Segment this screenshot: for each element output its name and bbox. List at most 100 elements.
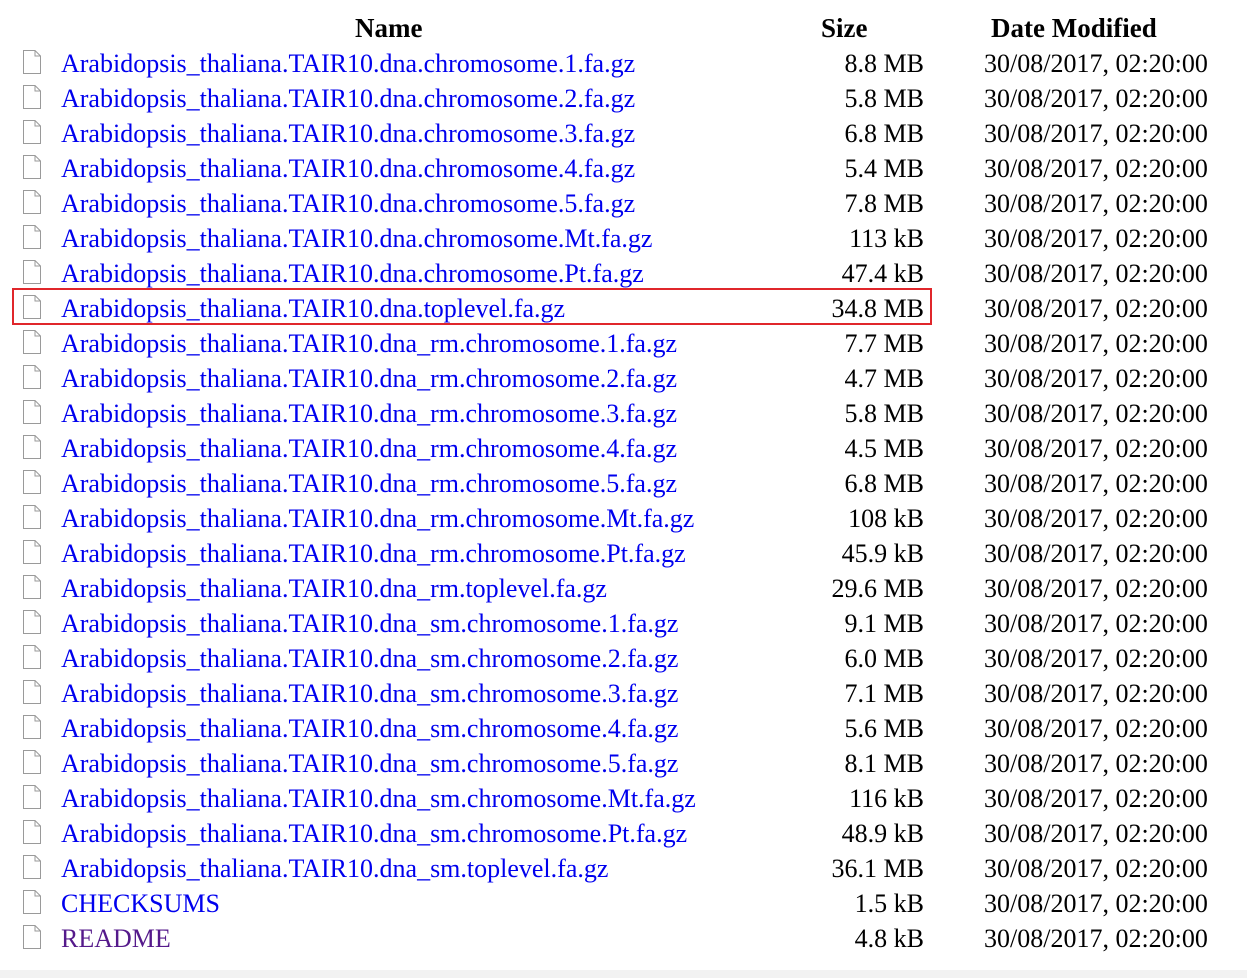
file-icon-graphic (23, 855, 41, 879)
file-icon (22, 225, 42, 249)
file-size: 5.6 MB (844, 714, 924, 743)
file-row: Arabidopsis_thaliana.TAIR10.dna.chromoso… (0, 221, 1247, 256)
file-date-modified: 30/08/2017, 02:20:00 (984, 539, 1208, 568)
file-link[interactable]: Arabidopsis_thaliana.TAIR10.dna_sm.chrom… (61, 606, 678, 641)
file-size: 8.1 MB (844, 749, 924, 778)
file-size: 5.8 MB (844, 84, 924, 113)
file-icon-graphic (23, 785, 41, 809)
column-header-size[interactable]: Size (821, 11, 868, 45)
file-icon (22, 330, 42, 354)
file-row: Arabidopsis_thaliana.TAIR10.dna_rm.chrom… (0, 466, 1247, 501)
file-date-modified: 30/08/2017, 02:20:00 (984, 189, 1208, 218)
file-size: 5.8 MB (844, 399, 924, 428)
file-link[interactable]: Arabidopsis_thaliana.TAIR10.dna.toplevel… (61, 291, 565, 326)
file-size: 116 kB (849, 784, 924, 813)
file-icon (22, 295, 42, 319)
file-link[interactable]: Arabidopsis_thaliana.TAIR10.dna_rm.tople… (61, 571, 607, 606)
file-icon (22, 470, 42, 494)
file-date-modified: 30/08/2017, 02:20:00 (984, 644, 1208, 673)
file-row: Arabidopsis_thaliana.TAIR10.dna_rm.chrom… (0, 396, 1247, 431)
file-link[interactable]: Arabidopsis_thaliana.TAIR10.dna.chromoso… (61, 221, 652, 256)
file-icon (22, 715, 42, 739)
file-link[interactable]: Arabidopsis_thaliana.TAIR10.dna_sm.chrom… (61, 676, 678, 711)
file-link[interactable]: Arabidopsis_thaliana.TAIR10.dna_sm.chrom… (61, 746, 678, 781)
file-icon-graphic (23, 295, 41, 319)
file-link[interactable]: Arabidopsis_thaliana.TAIR10.dna.chromoso… (61, 186, 635, 221)
file-link[interactable]: Arabidopsis_thaliana.TAIR10.dna_sm.chrom… (61, 711, 678, 746)
file-link[interactable]: Arabidopsis_thaliana.TAIR10.dna_rm.chrom… (61, 361, 677, 396)
scroll-edge (0, 970, 1247, 978)
file-icon (22, 575, 42, 599)
file-link[interactable]: Arabidopsis_thaliana.TAIR10.dna_rm.chrom… (61, 431, 677, 466)
file-icon-graphic (23, 155, 41, 179)
file-row: Arabidopsis_thaliana.TAIR10.dna_rm.chrom… (0, 501, 1247, 536)
file-link[interactable]: Arabidopsis_thaliana.TAIR10.dna_rm.chrom… (61, 396, 677, 431)
file-list: Arabidopsis_thaliana.TAIR10.dna.chromoso… (0, 46, 1247, 956)
file-icon (22, 435, 42, 459)
file-row: Arabidopsis_thaliana.TAIR10.dna.chromoso… (0, 151, 1247, 186)
file-link[interactable]: Arabidopsis_thaliana.TAIR10.dna_rm.chrom… (61, 501, 694, 536)
file-icon-graphic (23, 750, 41, 774)
directory-listing: Name Size Date Modified Arabidopsis_thal… (0, 0, 1247, 956)
file-row: Arabidopsis_thaliana.TAIR10.dna_sm.chrom… (0, 641, 1247, 676)
file-link[interactable]: Arabidopsis_thaliana.TAIR10.dna.chromoso… (61, 151, 635, 186)
file-date-modified: 30/08/2017, 02:20:00 (984, 119, 1208, 148)
file-link[interactable]: Arabidopsis_thaliana.TAIR10.dna_rm.chrom… (61, 326, 677, 361)
file-icon (22, 365, 42, 389)
file-row: Arabidopsis_thaliana.TAIR10.dna_sm.chrom… (0, 746, 1247, 781)
file-link[interactable]: Arabidopsis_thaliana.TAIR10.dna.chromoso… (61, 81, 635, 116)
file-date-modified: 30/08/2017, 02:20:00 (984, 259, 1208, 288)
file-date-modified: 30/08/2017, 02:20:00 (984, 924, 1208, 953)
file-size: 7.8 MB (844, 189, 924, 218)
file-icon-graphic (23, 365, 41, 389)
file-link[interactable]: Arabidopsis_thaliana.TAIR10.dna.chromoso… (61, 256, 644, 291)
file-row: README 4.8 kB 30/08/2017, 02:20:00 (0, 921, 1247, 956)
file-link[interactable]: README (61, 921, 171, 956)
file-link[interactable]: Arabidopsis_thaliana.TAIR10.dna_sm.chrom… (61, 816, 687, 851)
column-header-date-modified[interactable]: Date Modified (991, 11, 1157, 45)
file-icon-graphic (23, 610, 41, 634)
file-link[interactable]: Arabidopsis_thaliana.TAIR10.dna.chromoso… (61, 46, 635, 81)
file-size: 7.1 MB (844, 679, 924, 708)
file-icon (22, 260, 42, 284)
file-icon (22, 890, 42, 914)
file-size: 4.7 MB (844, 364, 924, 393)
file-link[interactable]: Arabidopsis_thaliana.TAIR10.dna.chromoso… (61, 116, 635, 151)
file-date-modified: 30/08/2017, 02:20:00 (984, 329, 1208, 358)
file-date-modified: 30/08/2017, 02:20:00 (984, 154, 1208, 183)
file-icon-graphic (23, 645, 41, 669)
file-icon (22, 925, 42, 949)
file-date-modified: 30/08/2017, 02:20:00 (984, 784, 1208, 813)
file-link[interactable]: Arabidopsis_thaliana.TAIR10.dna_sm.chrom… (61, 781, 696, 816)
file-icon-graphic (23, 190, 41, 214)
file-icon (22, 190, 42, 214)
file-row: Arabidopsis_thaliana.TAIR10.dna_sm.chrom… (0, 676, 1247, 711)
listing-header: Name Size Date Modified (0, 0, 1247, 46)
file-icon-graphic (23, 225, 41, 249)
file-size: 113 kB (849, 224, 924, 253)
file-icon (22, 855, 42, 879)
file-icon (22, 750, 42, 774)
file-size: 7.7 MB (844, 329, 924, 358)
file-row: Arabidopsis_thaliana.TAIR10.dna.chromoso… (0, 256, 1247, 291)
file-date-modified: 30/08/2017, 02:20:00 (984, 819, 1208, 848)
file-row: Arabidopsis_thaliana.TAIR10.dna.chromoso… (0, 116, 1247, 151)
file-icon (22, 85, 42, 109)
file-row: Arabidopsis_thaliana.TAIR10.dna_rm.chrom… (0, 361, 1247, 396)
file-link[interactable]: Arabidopsis_thaliana.TAIR10.dna_rm.chrom… (61, 536, 686, 571)
file-link[interactable]: Arabidopsis_thaliana.TAIR10.dna_sm.tople… (61, 851, 608, 886)
file-size: 45.9 kB (841, 539, 924, 568)
file-icon-graphic (23, 820, 41, 844)
file-link[interactable]: CHECKSUMS (61, 886, 220, 921)
file-link[interactable]: Arabidopsis_thaliana.TAIR10.dna_rm.chrom… (61, 466, 677, 501)
file-link[interactable]: Arabidopsis_thaliana.TAIR10.dna_sm.chrom… (61, 641, 678, 676)
file-date-modified: 30/08/2017, 02:20:00 (984, 469, 1208, 498)
file-row: Arabidopsis_thaliana.TAIR10.dna_rm.chrom… (0, 431, 1247, 466)
file-date-modified: 30/08/2017, 02:20:00 (984, 224, 1208, 253)
file-date-modified: 30/08/2017, 02:20:00 (984, 854, 1208, 883)
file-row: CHECKSUMS 1.5 kB 30/08/2017, 02:20:00 (0, 886, 1247, 921)
file-icon (22, 50, 42, 74)
column-header-name[interactable]: Name (355, 11, 422, 45)
file-icon (22, 610, 42, 634)
file-date-modified: 30/08/2017, 02:20:00 (984, 679, 1208, 708)
